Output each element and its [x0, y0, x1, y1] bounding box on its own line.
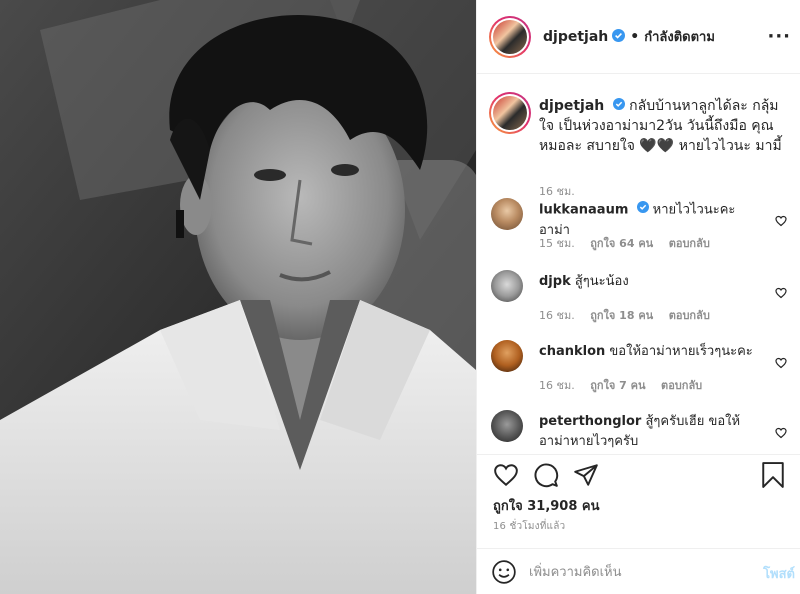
reply-button[interactable]: ตอบกลับ: [661, 379, 702, 392]
caption-text-block: djpetjah กลับบ้านหาลูกได้ละ กลุ้มใจ เป็น…: [539, 96, 789, 156]
comment-likes[interactable]: ถูกใจ 7 คน: [590, 379, 645, 392]
bookmark-icon[interactable]: [761, 462, 785, 492]
reply-button[interactable]: ตอบกลับ: [669, 237, 710, 250]
header-separator: •: [630, 28, 640, 45]
reply-button[interactable]: ตอบกลับ: [669, 309, 710, 322]
comment-meta: 16 ชม. ถูกใจ 18 คน ตอบกลับ: [539, 306, 722, 324]
emoji-icon[interactable]: [491, 559, 517, 589]
comment-likes[interactable]: ถูกใจ 18 คน: [590, 309, 653, 322]
comment-like-heart-icon[interactable]: [775, 354, 787, 373]
comment-item: djpk สู้ๆนะน้อง 16 ชม. ถูกใจ 18 คน ตอบกล…: [491, 270, 791, 330]
comment-like-heart-icon[interactable]: [775, 284, 787, 303]
share-icon[interactable]: [573, 462, 599, 492]
likes-count[interactable]: ถูกใจ 31,908 คน: [493, 495, 600, 516]
comment-text: สู้ๆนะน้อง: [574, 274, 629, 289]
post-actions: ถูกใจ 31,908 คน 16 ชั่วโมงที่แล้ว: [477, 454, 800, 546]
comment-text-block: chanklon ขอให้อาม่าหายเร็วๆนะคะ: [539, 342, 759, 362]
post-header: djpetjah • กำลังติดตาม ···: [477, 0, 800, 74]
comment-time[interactable]: 16 ชม.: [539, 379, 575, 392]
commenter-username[interactable]: peterthonglor: [539, 414, 641, 429]
comment-time[interactable]: 16 ชม.: [539, 309, 575, 322]
add-comment-bar: โพสต์: [477, 548, 800, 594]
post-comment-button[interactable]: โพสต์: [763, 563, 795, 584]
commenter-avatar[interactable]: [491, 198, 523, 230]
comment-meta: 15 ชม. ถูกใจ 64 คน ตอบกลับ: [539, 234, 722, 252]
commenter-avatar[interactable]: [491, 410, 523, 442]
caption-username[interactable]: djpetjah: [539, 98, 604, 114]
commenter-username[interactable]: chanklon: [539, 344, 605, 359]
post-time-ago[interactable]: 16 ชั่วโมงที่แล้ว: [493, 519, 565, 534]
comment-item: lukkanaaum หายไวไวนะคะอาม่า 15 ชม. ถูกใจ…: [491, 198, 791, 258]
comment-like-heart-icon[interactable]: [775, 424, 787, 443]
comment-input[interactable]: [529, 561, 729, 583]
comment-item: peterthonglor สู้ๆครับเฮีย ขอให้อาม่าหาย…: [491, 410, 791, 454]
commenter-username[interactable]: djpk: [539, 274, 571, 289]
comment-text-block: djpk สู้ๆนะน้อง: [539, 272, 759, 292]
comment-item: chanklon ขอให้อาม่าหายเร็วๆนะคะ 16 ชม. ถ…: [491, 340, 791, 400]
commenter-avatar[interactable]: [491, 270, 523, 302]
verified-badge-icon: [636, 200, 649, 220]
comment-meta: 16 ชม. ถูกใจ 7 คน ตอบกลับ: [539, 376, 714, 394]
following-button[interactable]: กำลังติดตาม: [644, 26, 715, 47]
commenter-username[interactable]: lukkanaaum: [539, 203, 628, 218]
comment-time[interactable]: 15 ชม.: [539, 237, 575, 250]
instagram-post: djpetjah • กำลังติดตาม ··· djpetjah กลับ…: [0, 0, 800, 594]
post-side-panel: djpetjah • กำลังติดตาม ··· djpetjah กลับ…: [476, 0, 800, 594]
comment-like-heart-icon[interactable]: [775, 212, 787, 231]
commenter-avatar[interactable]: [491, 340, 523, 372]
post-photo-image: [0, 0, 476, 594]
comment-text-block: peterthonglor สู้ๆครับเฮีย ขอให้อาม่าหาย…: [539, 412, 759, 452]
comments-list[interactable]: djpetjah กลับบ้านหาลูกได้ละ กลุ้มใจ เป็น…: [477, 74, 800, 454]
author-username[interactable]: djpetjah: [543, 29, 608, 45]
heart-icon[interactable]: [493, 462, 519, 492]
post-photo[interactable]: [0, 0, 476, 594]
comment-text: ขอให้อาม่าหายเร็วๆนะคะ: [609, 344, 753, 359]
author-avatar[interactable]: [489, 15, 531, 58]
caption-avatar[interactable]: [489, 92, 531, 134]
verified-badge-icon: [612, 96, 625, 116]
verified-badge-icon: [612, 27, 626, 46]
more-options-icon[interactable]: ···: [767, 26, 791, 47]
comment-icon[interactable]: [533, 462, 559, 492]
comment-likes[interactable]: ถูกใจ 64 คน: [590, 237, 653, 250]
